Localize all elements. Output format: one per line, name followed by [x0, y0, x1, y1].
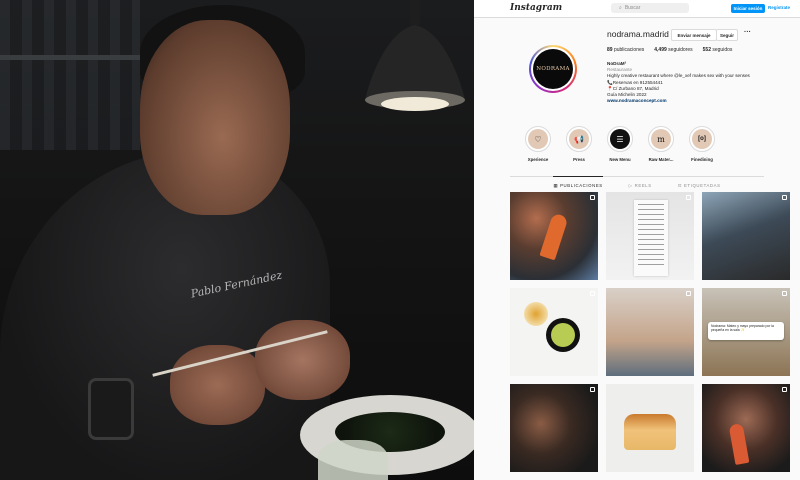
posts-grid: Nodrama: Mateo y mayo preparado por la p… — [510, 192, 790, 472]
highlight-label: Xperience — [527, 157, 549, 162]
carousel-icon — [686, 195, 691, 200]
tab-label: REELS — [634, 183, 652, 188]
post-tile[interactable] — [702, 384, 790, 472]
highlight-ring: 📢 — [566, 126, 592, 152]
post-tile[interactable] — [702, 192, 790, 280]
post-tile[interactable] — [606, 288, 694, 376]
highlight-xperience[interactable]: ♡ Xperience — [524, 126, 552, 162]
tab-reels[interactable]: ▷ REELS — [629, 177, 652, 189]
tab-etiquetadas[interactable]: ⊡ ETIQUETADAS — [678, 177, 721, 189]
brioche — [624, 414, 676, 450]
top-navbar: Instagram ⌕ Buscar Iniciar sesión Regíst… — [474, 0, 800, 18]
profile-stats: 89 publicaciones 4,499 seguidores 552 se… — [607, 47, 732, 53]
glass-jar — [318, 440, 388, 480]
highlight-label: Raw Mater... — [648, 157, 674, 162]
profile-username: nodrama.madrid — [607, 29, 669, 39]
post-tile[interactable] — [510, 288, 598, 376]
piping-bag — [728, 423, 750, 465]
post-tile[interactable] — [606, 384, 694, 472]
posts-count: 89 publicaciones — [607, 47, 645, 53]
search-input[interactable]: ⌕ Buscar — [611, 3, 689, 13]
highlight-press[interactable]: 📢 Press — [565, 126, 593, 162]
post-tile[interactable] — [606, 192, 694, 280]
tag-icon: ⊡ — [677, 183, 682, 188]
search-icon: ⌕ — [619, 5, 622, 11]
search-placeholder: Buscar — [624, 5, 641, 11]
profile-tabs: ▦ PUBLICACIONES ▷ REELS ⊡ ETIQUETADAS — [510, 176, 764, 189]
carousel-icon — [782, 387, 787, 392]
tab-publicaciones[interactable]: ▦ PUBLICACIONES — [553, 176, 603, 189]
avatar-logo: NODRAMA — [533, 49, 573, 89]
smartwatch — [88, 378, 134, 440]
instagram-logo[interactable]: Instagram — [510, 3, 562, 13]
carousel-icon — [590, 291, 595, 296]
login-button[interactable]: Iniciar sesión — [731, 4, 765, 13]
chef-right-hand — [255, 320, 350, 400]
highlight-ring: ☰ — [607, 126, 633, 152]
highlight-label: New Menu — [609, 157, 631, 162]
tab-label: PUBLICACIONES — [560, 183, 603, 188]
highlight-finedining[interactable]: [o] Finedining — [688, 126, 716, 162]
shelf-edge — [0, 55, 150, 60]
post-tile[interactable]: Nodrama: Mateo y mayo preparado por la p… — [702, 288, 790, 376]
instagram-profile-page: Instagram ⌕ Buscar Iniciar sesión Regíst… — [474, 0, 800, 480]
carousel-icon — [590, 195, 595, 200]
send-message-button[interactable]: Enviar mensaje — [671, 29, 717, 41]
comment-card: Nodrama: Mateo y mayo preparado por la p… — [708, 322, 784, 340]
post-tile[interactable] — [510, 384, 598, 472]
tab-label: ETIQUETADAS — [683, 183, 721, 188]
profile-avatar[interactable]: NODRAMA — [529, 45, 577, 93]
pendant-lamp — [365, 0, 465, 111]
bowl — [546, 318, 580, 352]
avatar-border: NODRAMA — [531, 47, 575, 91]
menu-card — [634, 200, 668, 276]
menu-list-icon: ☰ — [610, 129, 630, 149]
follow-button[interactable]: Seguir — [716, 29, 738, 41]
following-count[interactable]: 552 seguidos — [703, 47, 733, 53]
carousel-icon — [782, 195, 787, 200]
highlight-ring: [o] — [689, 126, 715, 152]
highlight-ring: m — [648, 126, 674, 152]
bowl — [524, 302, 548, 326]
highlight-new-menu[interactable]: ☰ New Menu — [606, 126, 634, 162]
m-logo-icon: m — [651, 129, 671, 149]
reels-icon: ▷ — [628, 183, 633, 188]
chef-photo: Pablo Fernández — [0, 0, 474, 480]
post-tile[interactable] — [510, 192, 598, 280]
heart-chat-icon: ♡ — [528, 129, 548, 149]
grid-icon: ▦ — [553, 183, 559, 188]
highlight-ring: ♡ — [525, 126, 551, 152]
more-options-icon[interactable]: ··· — [744, 29, 751, 36]
signup-link[interactable]: Regístrate — [768, 5, 790, 10]
highlight-label: Finedining — [691, 157, 713, 162]
chef-jacket — [0, 150, 330, 480]
carousel-icon — [782, 291, 787, 296]
carousel-icon — [686, 291, 691, 296]
piping-bag — [539, 212, 569, 261]
carousel-icon — [590, 387, 595, 392]
bottle-shelf — [0, 0, 140, 150]
story-highlights: ♡ Xperience 📢 Press ☰ New Menu m Raw Mat… — [524, 126, 716, 162]
highlight-label: Press — [573, 157, 585, 162]
followers-count[interactable]: 4,499 seguidores — [654, 47, 692, 53]
megaphone-icon: 📢 — [569, 129, 589, 149]
profile-bio: NoDraM² Restaurante Highly creative rest… — [607, 61, 792, 104]
camera-frame-icon: [o] — [692, 129, 712, 149]
bio-website-link[interactable]: www.nodramaconcept.com — [607, 98, 792, 104]
chef-face — [140, 20, 290, 215]
highlight-raw-materials[interactable]: m Raw Mater... — [647, 126, 675, 162]
